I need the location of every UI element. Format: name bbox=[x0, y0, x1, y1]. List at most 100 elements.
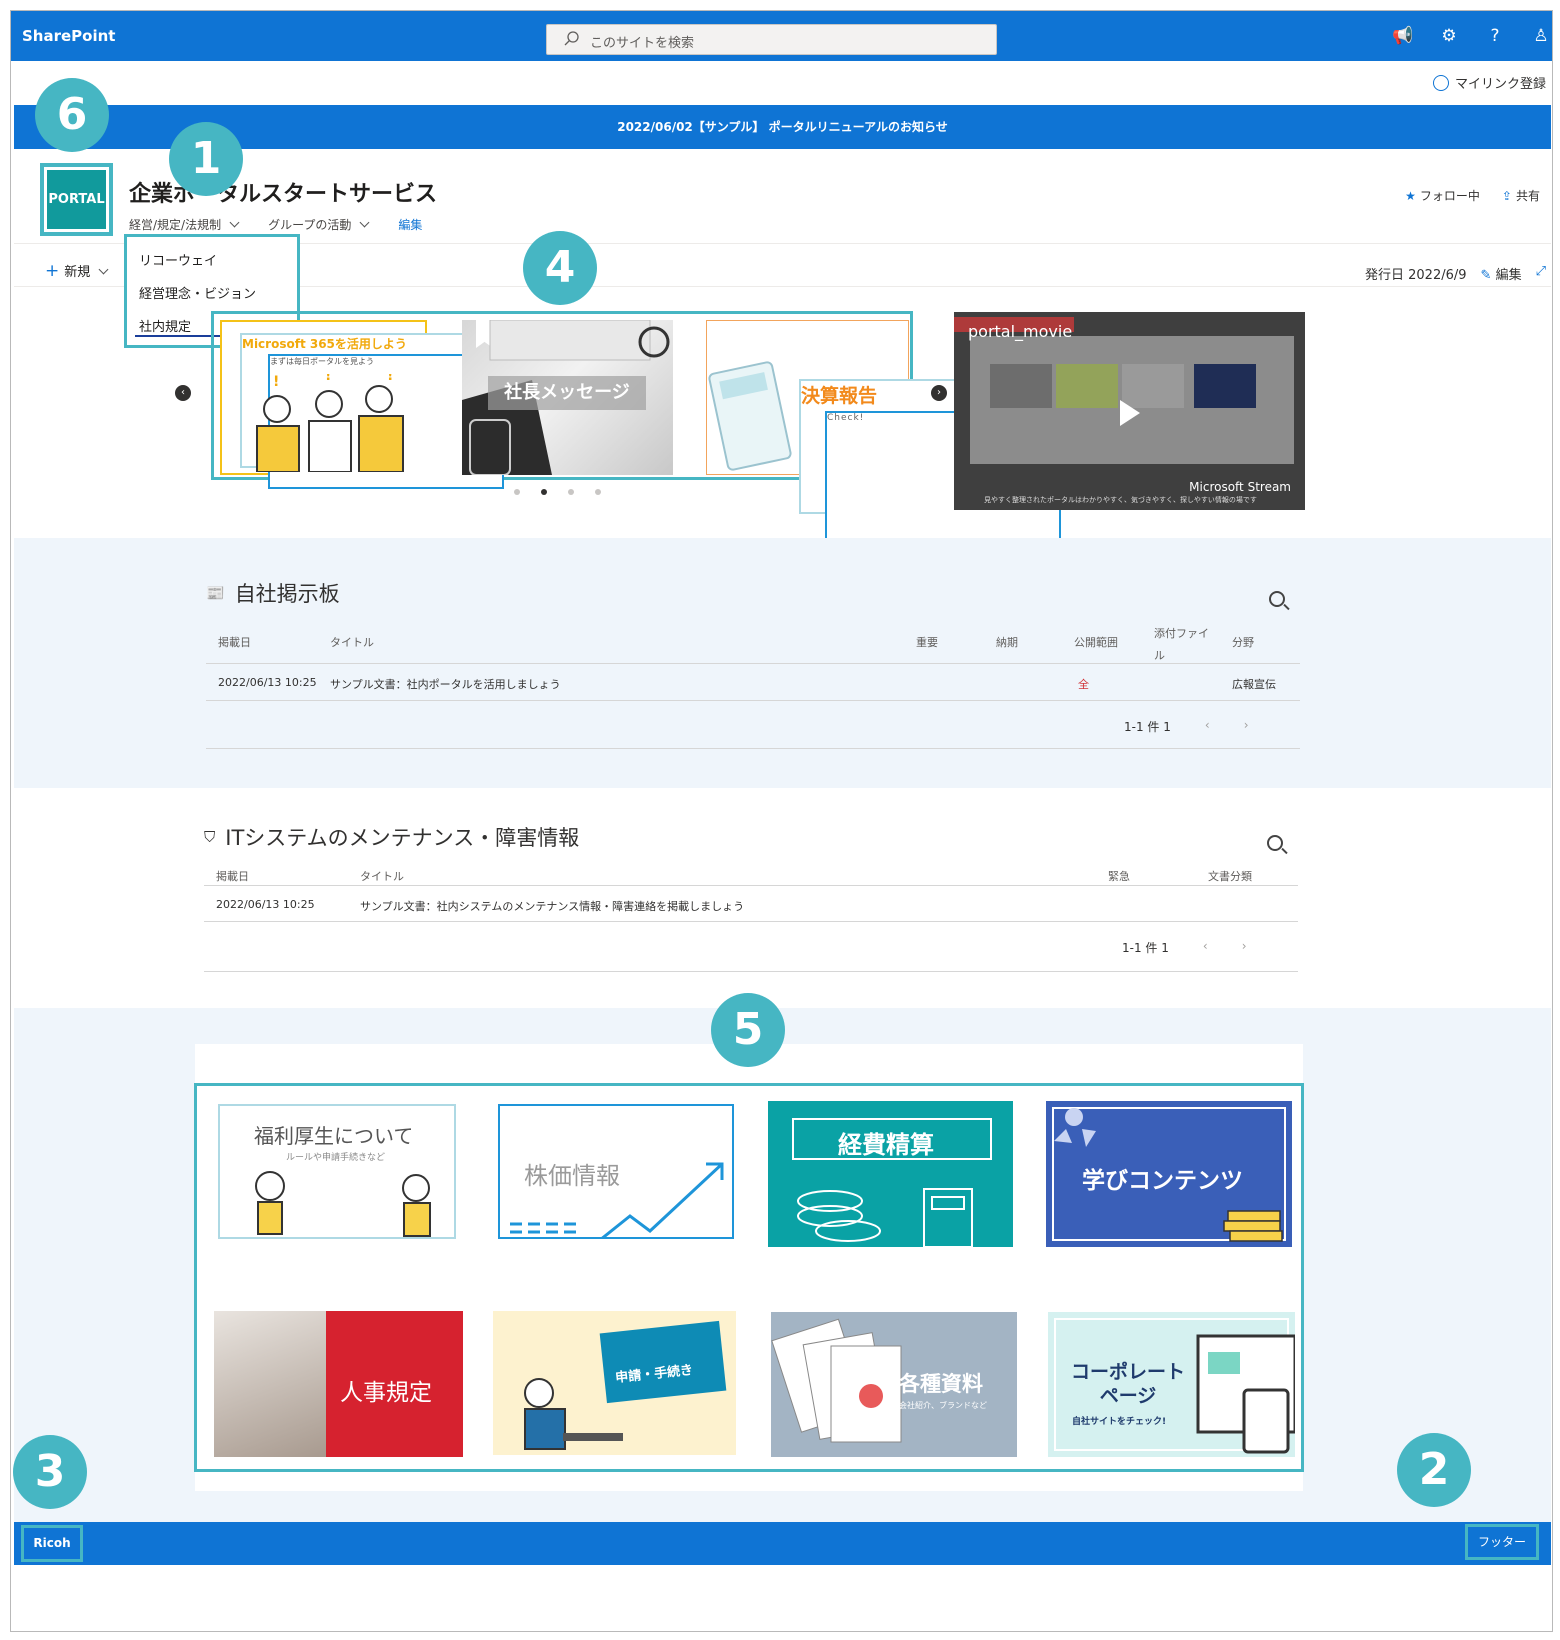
tile-title: 福利厚生について bbox=[254, 1124, 414, 1148]
mylink-button[interactable]: マイリンク登録 bbox=[1432, 73, 1546, 92]
megaphone-icon[interactable]: 📢 bbox=[1392, 25, 1414, 47]
chevron-down-icon bbox=[229, 217, 240, 228]
footer-link[interactable]: フッター bbox=[1465, 1524, 1539, 1560]
quicklink-stock[interactable]: 株価情報 bbox=[498, 1104, 734, 1239]
carousel-prev-icon[interactable]: ‹ bbox=[175, 385, 191, 401]
column-header[interactable]: 公開範囲 bbox=[1074, 634, 1118, 650]
column-header[interactable]: タイトル bbox=[360, 868, 404, 884]
board-section: 📰 自社掲示板 掲載日 タイトル 重要 納期 公開範囲 添付ファイル 分野 20… bbox=[14, 538, 1551, 788]
tile-title: 各種資料 bbox=[899, 1372, 983, 1396]
follow-label: フォロー中 bbox=[1419, 189, 1480, 203]
dropdown-item[interactable]: 経営理念・ビジョン bbox=[139, 283, 256, 302]
devices-icon bbox=[1196, 1334, 1295, 1454]
prev-page-icon[interactable]: ‹ bbox=[1203, 939, 1208, 956]
callout-badge: 6 bbox=[35, 78, 109, 152]
nav-edit-link[interactable]: 編集 bbox=[398, 216, 422, 233]
svg-text:!: ! bbox=[273, 374, 279, 390]
dropdown-item[interactable]: 社内規定 bbox=[139, 316, 191, 335]
pager: 1-1 件 1 ‹ › bbox=[1122, 939, 1247, 956]
row-title[interactable]: サンプル文書：社内システムのメンテナンス情報・障害連絡を掲載しましょう bbox=[360, 898, 744, 914]
quicklink-welfare[interactable]: 福利厚生について ルールや申請手続きなど bbox=[218, 1104, 456, 1239]
carousel-dot[interactable] bbox=[514, 489, 520, 495]
video-player[interactable]: portal_movie Microsoft Stream 見やすく整理されたポ… bbox=[954, 312, 1305, 510]
carousel-next-icon[interactable]: › bbox=[931, 385, 947, 401]
footer: Ricoh フッター bbox=[14, 1522, 1551, 1565]
expand-icon[interactable]: ⤢ bbox=[1536, 264, 1546, 283]
tile-subtitle: 会社紹介、ブランドなど bbox=[899, 1401, 987, 1410]
site-actions: ★ フォロー中 ⇪ 共有 bbox=[1405, 187, 1540, 204]
column-header[interactable]: 重要 bbox=[916, 634, 938, 650]
column-header[interactable]: 掲載日 bbox=[218, 634, 251, 650]
person-icon[interactable]: ♙ bbox=[1530, 25, 1552, 47]
svg-text:!: ! bbox=[387, 374, 393, 384]
browser-frame: SharePoint このサイトを検索 📢 ⚙ ? ♙ マイリンク登録 2022… bbox=[10, 10, 1553, 1632]
search-icon[interactable] bbox=[1269, 591, 1285, 607]
divider bbox=[206, 700, 1300, 701]
video-title: portal_movie bbox=[968, 322, 1073, 341]
column-header[interactable]: 掲載日 bbox=[216, 868, 249, 884]
divider bbox=[204, 885, 1298, 886]
carousel-slide-m365[interactable]: Microsoft 365を活用しよう まずは毎日ポータルを見よう ! ! ! bbox=[220, 320, 504, 489]
quicklink-learning[interactable]: 学びコンテンツ bbox=[1046, 1101, 1292, 1247]
new-button[interactable]: + 新規 bbox=[45, 261, 109, 281]
follow-button[interactable]: ★ フォロー中 bbox=[1405, 187, 1480, 204]
nav-item-group[interactable]: グループの活動 bbox=[268, 216, 370, 233]
row-title[interactable]: サンプル文書：社内ポータルを活用しましょう bbox=[330, 676, 561, 692]
new-label: 新規 bbox=[64, 265, 91, 280]
pager-count: 1-1 件 1 bbox=[1122, 941, 1169, 955]
publish-info: 発行日 2022/6/9 ✎ 編集 ⤢ bbox=[1365, 264, 1546, 283]
pager: 1-1 件 1 ‹ › bbox=[1124, 718, 1249, 735]
quicklink-expense[interactable]: 経費精算 bbox=[768, 1101, 1013, 1247]
announcement-banner[interactable]: 2022/06/02【サンプル】 ポータルリニューアルのお知らせ bbox=[14, 105, 1551, 149]
divider bbox=[206, 663, 1300, 664]
it-title: ⛉ ITシステムのメンテナンス・障害情報 bbox=[204, 822, 579, 852]
search-icon bbox=[564, 31, 579, 46]
nav-item-policy[interactable]: 経営/規定/法規制 bbox=[129, 216, 240, 233]
people-illustration bbox=[255, 1171, 431, 1237]
carousel-dot[interactable] bbox=[568, 489, 574, 495]
quicklink-procedures[interactable]: 申請・手続き bbox=[493, 1311, 736, 1455]
worker-illustration bbox=[524, 1378, 623, 1450]
video-thumb bbox=[990, 364, 1052, 408]
quicklink-corporate[interactable]: コーポレートページ 自社サイトをチェック! bbox=[1048, 1312, 1295, 1457]
prev-page-icon[interactable]: ‹ bbox=[1205, 718, 1210, 735]
next-page-icon[interactable]: › bbox=[1242, 939, 1247, 956]
column-header[interactable]: 文書分類 bbox=[1208, 868, 1252, 884]
carousel-dot-active[interactable] bbox=[541, 489, 547, 495]
callout-badge: 3 bbox=[13, 1435, 87, 1509]
office-photo bbox=[214, 1311, 326, 1457]
app-brand[interactable]: SharePoint bbox=[22, 27, 115, 45]
column-header[interactable]: 緊急 bbox=[1108, 868, 1130, 884]
carousel: Microsoft 365を活用しよう まずは毎日ポータルを見よう ! ! ! bbox=[211, 311, 1061, 546]
help-icon[interactable]: ? bbox=[1484, 25, 1506, 47]
callout-badge: 4 bbox=[523, 231, 597, 305]
callout-badge: 1 bbox=[169, 122, 243, 196]
carousel-slide-ceo[interactable]: 社長メッセージ bbox=[462, 320, 673, 475]
footer-logo[interactable]: Ricoh bbox=[21, 1525, 83, 1562]
column-header[interactable]: 添付ファイル bbox=[1154, 623, 1218, 667]
divider bbox=[206, 748, 1300, 749]
dropdown-item[interactable]: リコーウェイ bbox=[139, 250, 217, 269]
site-logo[interactable]: PORTAL bbox=[40, 163, 113, 236]
edit-page-button[interactable]: ✎ 編集 bbox=[1481, 264, 1522, 283]
row-date: 2022/06/13 10:25 bbox=[216, 898, 315, 911]
quicklink-hr-rules[interactable]: 人事規定 bbox=[214, 1311, 463, 1457]
column-header[interactable]: 分野 bbox=[1232, 634, 1254, 650]
search-icon[interactable] bbox=[1267, 835, 1283, 851]
share-button[interactable]: ⇪ 共有 bbox=[1502, 187, 1540, 204]
carousel-dot[interactable] bbox=[595, 489, 601, 495]
board-title-text: 自社掲示板 bbox=[234, 582, 340, 606]
chevron-down-icon bbox=[98, 264, 109, 275]
gear-icon[interactable]: ⚙ bbox=[1438, 25, 1460, 47]
play-icon[interactable] bbox=[1120, 400, 1140, 426]
carousel-slide-results[interactable]: 決算報告 Check! bbox=[706, 320, 1061, 546]
video-caption: 見やすく整理されたポータルはわかりやすく、気づきやすく、探しやすい情報の場です bbox=[984, 496, 1257, 504]
divider bbox=[204, 921, 1298, 922]
quicklink-documents[interactable]: 各種資料 会社紹介、ブランドなど bbox=[771, 1312, 1017, 1457]
column-header[interactable]: タイトル bbox=[330, 634, 374, 650]
next-page-icon[interactable]: › bbox=[1244, 718, 1249, 735]
search-box[interactable]: このサイトを検索 bbox=[546, 24, 997, 55]
column-header[interactable]: 納期 bbox=[996, 634, 1018, 650]
chart-up-icon bbox=[510, 1162, 724, 1237]
row-scope: 全 bbox=[1078, 678, 1089, 691]
